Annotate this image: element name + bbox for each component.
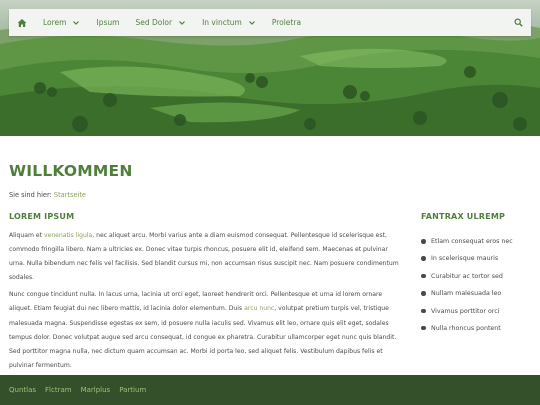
footer-link[interactable]: Quntlas bbox=[9, 386, 36, 394]
paragraph: Nunc congue tincidunt nulla. In lacus ur… bbox=[9, 288, 399, 373]
footer-link[interactable]: Marlplus bbox=[81, 386, 111, 394]
footer: Quntlas Flctram Marlplus Partium bbox=[0, 375, 540, 405]
home-icon bbox=[17, 18, 27, 27]
nav-item-label: Sed Dolor bbox=[135, 18, 173, 27]
bullet-icon bbox=[421, 256, 426, 261]
paragraph: Aliquam et venenatis ligula, nec aliquet… bbox=[9, 229, 399, 285]
breadcrumb-prefix: Sie sind hier: bbox=[9, 191, 52, 199]
sidebar-list-item[interactable]: Curabitur ac tortor sed bbox=[421, 271, 513, 288]
footer-link[interactable]: Partium bbox=[119, 386, 146, 394]
nav-item-lorem[interactable]: Lorem bbox=[35, 9, 88, 36]
chevron-down-icon bbox=[179, 20, 186, 25]
breadcrumb: Sie sind hier: Startseite bbox=[9, 191, 86, 199]
bullet-icon bbox=[421, 308, 426, 314]
search-icon bbox=[514, 18, 523, 27]
breadcrumb-link-home[interactable]: Startseite bbox=[54, 191, 86, 199]
nav-item-in-vinctum[interactable]: In vinctum bbox=[194, 9, 264, 36]
page-title: WILLKOMMEN bbox=[9, 162, 133, 180]
sidebar-item-label: Nulla rhoncus pontent bbox=[431, 324, 501, 332]
sidebar-list-item[interactable]: Vivamus porttitor orci bbox=[421, 306, 513, 323]
nav-item-label: Lorem bbox=[43, 18, 67, 27]
inline-link[interactable]: venenatis ligula bbox=[44, 232, 92, 239]
nav-item-label: Ipsum bbox=[96, 18, 120, 27]
sidebar-heading: FANTRAX ULREMP bbox=[421, 212, 506, 221]
chevron-down-icon bbox=[73, 20, 80, 25]
bullet-icon bbox=[421, 325, 426, 331]
bullet-icon bbox=[421, 291, 426, 296]
bullet-icon bbox=[421, 273, 426, 279]
paragraph-text: Aliquam et bbox=[9, 232, 44, 239]
home-button[interactable] bbox=[9, 9, 35, 36]
chevron-down-icon bbox=[248, 20, 255, 25]
sidebar-list-item[interactable]: In scelerisque mauris bbox=[421, 253, 513, 270]
inline-link[interactable]: arcu nunc bbox=[244, 305, 274, 312]
nav-item-sed-dolor[interactable]: Sed Dolor bbox=[127, 9, 194, 36]
footer-link[interactable]: Flctram bbox=[45, 386, 72, 394]
sidebar-list-item[interactable]: Nullam malesuada leo bbox=[421, 288, 513, 305]
sidebar-list: Etlam consequat eros nec In scelerisque … bbox=[421, 236, 513, 340]
sidebar-item-label: Curabitur ac tortor sed bbox=[431, 272, 503, 280]
sidebar-item-label: Vivamus porttitor orci bbox=[431, 307, 500, 315]
main-section-heading: LOREM IPSUM bbox=[9, 212, 75, 221]
main-navbar: Lorem Ipsum Sed Dolor In vinctum Proletr… bbox=[9, 9, 531, 36]
bullet-icon bbox=[421, 239, 426, 244]
nav-item-label: Proletra bbox=[271, 18, 302, 27]
sidebar-list-item[interactable]: Etlam consequat eros nec bbox=[421, 236, 513, 253]
main-content: Aliquam et venenatis ligula, nec aliquet… bbox=[9, 229, 399, 376]
search-button[interactable] bbox=[505, 9, 531, 36]
sidebar-item-label: Etlam consequat eros nec bbox=[431, 238, 513, 245]
sidebar-item-label: In scelerisque mauris bbox=[431, 255, 499, 263]
paragraph-text: , nec aliquet arcu. Morbi varius ante a … bbox=[9, 232, 399, 282]
nav-item-label: In vinctum bbox=[202, 18, 242, 27]
nav-item-proletra[interactable]: Proletra bbox=[264, 9, 309, 36]
sidebar-list-item[interactable]: Nulla rhoncus pontent bbox=[421, 323, 513, 340]
nav-item-ipsum[interactable]: Ipsum bbox=[88, 9, 127, 36]
paragraph-text: , volutpat pretium turpis vel, tristique… bbox=[9, 305, 397, 369]
sidebar-item-label: Nullam malesuada leo bbox=[431, 290, 502, 298]
